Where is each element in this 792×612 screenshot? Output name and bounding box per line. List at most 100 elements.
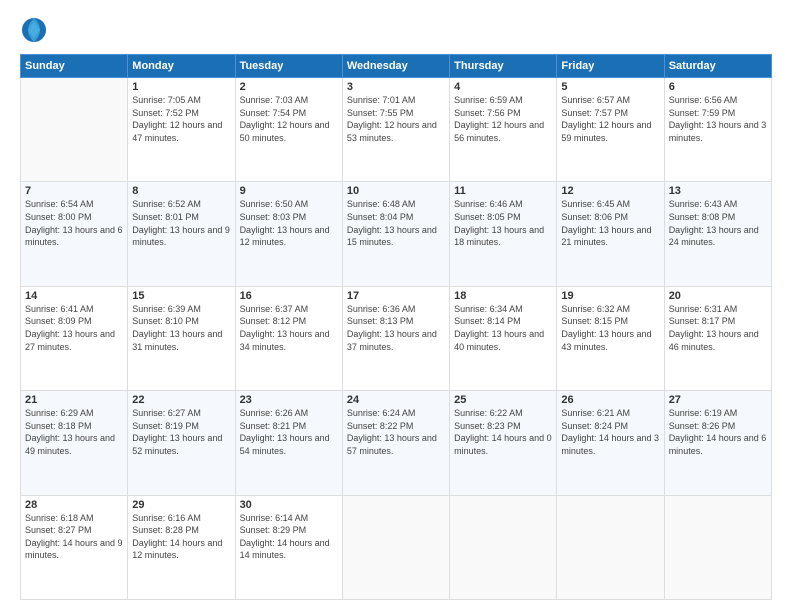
day-number: 28 [25, 499, 123, 511]
calendar-cell: 1Sunrise: 7:05 AMSunset: 7:52 PMDaylight… [128, 78, 235, 182]
calendar-cell [557, 495, 664, 599]
week-row-3: 14Sunrise: 6:41 AMSunset: 8:09 PMDayligh… [21, 286, 772, 390]
weekday-header-wednesday: Wednesday [342, 55, 449, 78]
day-number: 5 [561, 81, 659, 93]
day-number: 13 [669, 185, 767, 197]
calendar-cell: 13Sunrise: 6:43 AMSunset: 8:08 PMDayligh… [664, 182, 771, 286]
day-number: 22 [132, 394, 230, 406]
day-info: Sunrise: 6:36 AMSunset: 8:13 PMDaylight:… [347, 303, 445, 353]
day-info: Sunrise: 6:45 AMSunset: 8:06 PMDaylight:… [561, 198, 659, 248]
calendar-cell: 29Sunrise: 6:16 AMSunset: 8:28 PMDayligh… [128, 495, 235, 599]
calendar-cell: 16Sunrise: 6:37 AMSunset: 8:12 PMDayligh… [235, 286, 342, 390]
day-info: Sunrise: 6:52 AMSunset: 8:01 PMDaylight:… [132, 198, 230, 248]
calendar-cell: 14Sunrise: 6:41 AMSunset: 8:09 PMDayligh… [21, 286, 128, 390]
day-number: 4 [454, 81, 552, 93]
calendar-cell [342, 495, 449, 599]
logo-icon [20, 16, 48, 44]
week-row-2: 7Sunrise: 6:54 AMSunset: 8:00 PMDaylight… [21, 182, 772, 286]
day-info: Sunrise: 7:01 AMSunset: 7:55 PMDaylight:… [347, 94, 445, 144]
day-info: Sunrise: 6:31 AMSunset: 8:17 PMDaylight:… [669, 303, 767, 353]
calendar-cell: 25Sunrise: 6:22 AMSunset: 8:23 PMDayligh… [450, 391, 557, 495]
day-info: Sunrise: 6:29 AMSunset: 8:18 PMDaylight:… [25, 407, 123, 457]
day-info: Sunrise: 6:43 AMSunset: 8:08 PMDaylight:… [669, 198, 767, 248]
day-info: Sunrise: 6:16 AMSunset: 8:28 PMDaylight:… [132, 512, 230, 562]
weekday-header-monday: Monday [128, 55, 235, 78]
calendar-cell: 26Sunrise: 6:21 AMSunset: 8:24 PMDayligh… [557, 391, 664, 495]
day-info: Sunrise: 6:46 AMSunset: 8:05 PMDaylight:… [454, 198, 552, 248]
day-info: Sunrise: 6:24 AMSunset: 8:22 PMDaylight:… [347, 407, 445, 457]
calendar-cell: 21Sunrise: 6:29 AMSunset: 8:18 PMDayligh… [21, 391, 128, 495]
calendar-cell: 2Sunrise: 7:03 AMSunset: 7:54 PMDaylight… [235, 78, 342, 182]
calendar-cell: 17Sunrise: 6:36 AMSunset: 8:13 PMDayligh… [342, 286, 449, 390]
day-number: 21 [25, 394, 123, 406]
calendar-cell: 22Sunrise: 6:27 AMSunset: 8:19 PMDayligh… [128, 391, 235, 495]
weekday-header-row: SundayMondayTuesdayWednesdayThursdayFrid… [21, 55, 772, 78]
calendar-cell: 24Sunrise: 6:24 AMSunset: 8:22 PMDayligh… [342, 391, 449, 495]
calendar-cell: 6Sunrise: 6:56 AMSunset: 7:59 PMDaylight… [664, 78, 771, 182]
day-number: 2 [240, 81, 338, 93]
calendar-cell: 15Sunrise: 6:39 AMSunset: 8:10 PMDayligh… [128, 286, 235, 390]
day-number: 9 [240, 185, 338, 197]
week-row-4: 21Sunrise: 6:29 AMSunset: 8:18 PMDayligh… [21, 391, 772, 495]
day-info: Sunrise: 7:05 AMSunset: 7:52 PMDaylight:… [132, 94, 230, 144]
day-number: 27 [669, 394, 767, 406]
calendar-cell: 30Sunrise: 6:14 AMSunset: 8:29 PMDayligh… [235, 495, 342, 599]
calendar-cell: 23Sunrise: 6:26 AMSunset: 8:21 PMDayligh… [235, 391, 342, 495]
calendar-cell: 4Sunrise: 6:59 AMSunset: 7:56 PMDaylight… [450, 78, 557, 182]
logo [20, 16, 52, 44]
day-info: Sunrise: 6:41 AMSunset: 8:09 PMDaylight:… [25, 303, 123, 353]
calendar-cell: 9Sunrise: 6:50 AMSunset: 8:03 PMDaylight… [235, 182, 342, 286]
day-number: 10 [347, 185, 445, 197]
day-info: Sunrise: 7:03 AMSunset: 7:54 PMDaylight:… [240, 94, 338, 144]
day-number: 23 [240, 394, 338, 406]
day-number: 26 [561, 394, 659, 406]
day-number: 19 [561, 290, 659, 302]
day-number: 18 [454, 290, 552, 302]
header [20, 16, 772, 44]
day-info: Sunrise: 6:14 AMSunset: 8:29 PMDaylight:… [240, 512, 338, 562]
day-info: Sunrise: 6:37 AMSunset: 8:12 PMDaylight:… [240, 303, 338, 353]
day-info: Sunrise: 6:56 AMSunset: 7:59 PMDaylight:… [669, 94, 767, 144]
calendar-table: SundayMondayTuesdayWednesdayThursdayFrid… [20, 54, 772, 600]
day-number: 7 [25, 185, 123, 197]
weekday-header-saturday: Saturday [664, 55, 771, 78]
day-info: Sunrise: 6:19 AMSunset: 8:26 PMDaylight:… [669, 407, 767, 457]
day-info: Sunrise: 6:18 AMSunset: 8:27 PMDaylight:… [25, 512, 123, 562]
calendar-cell: 7Sunrise: 6:54 AMSunset: 8:00 PMDaylight… [21, 182, 128, 286]
calendar-cell: 10Sunrise: 6:48 AMSunset: 8:04 PMDayligh… [342, 182, 449, 286]
day-number: 3 [347, 81, 445, 93]
calendar-cell: 5Sunrise: 6:57 AMSunset: 7:57 PMDaylight… [557, 78, 664, 182]
day-number: 12 [561, 185, 659, 197]
day-number: 1 [132, 81, 230, 93]
calendar-cell: 11Sunrise: 6:46 AMSunset: 8:05 PMDayligh… [450, 182, 557, 286]
day-number: 14 [25, 290, 123, 302]
weekday-header-tuesday: Tuesday [235, 55, 342, 78]
weekday-header-sunday: Sunday [21, 55, 128, 78]
calendar-cell: 20Sunrise: 6:31 AMSunset: 8:17 PMDayligh… [664, 286, 771, 390]
day-info: Sunrise: 6:26 AMSunset: 8:21 PMDaylight:… [240, 407, 338, 457]
calendar-cell [21, 78, 128, 182]
calendar-cell: 8Sunrise: 6:52 AMSunset: 8:01 PMDaylight… [128, 182, 235, 286]
day-number: 8 [132, 185, 230, 197]
day-info: Sunrise: 6:50 AMSunset: 8:03 PMDaylight:… [240, 198, 338, 248]
day-info: Sunrise: 6:34 AMSunset: 8:14 PMDaylight:… [454, 303, 552, 353]
calendar-cell [450, 495, 557, 599]
weekday-header-thursday: Thursday [450, 55, 557, 78]
day-info: Sunrise: 6:27 AMSunset: 8:19 PMDaylight:… [132, 407, 230, 457]
day-info: Sunrise: 6:48 AMSunset: 8:04 PMDaylight:… [347, 198, 445, 248]
day-number: 6 [669, 81, 767, 93]
calendar-cell: 28Sunrise: 6:18 AMSunset: 8:27 PMDayligh… [21, 495, 128, 599]
day-info: Sunrise: 6:21 AMSunset: 8:24 PMDaylight:… [561, 407, 659, 457]
day-number: 24 [347, 394, 445, 406]
week-row-1: 1Sunrise: 7:05 AMSunset: 7:52 PMDaylight… [21, 78, 772, 182]
calendar-cell: 19Sunrise: 6:32 AMSunset: 8:15 PMDayligh… [557, 286, 664, 390]
day-info: Sunrise: 6:54 AMSunset: 8:00 PMDaylight:… [25, 198, 123, 248]
page: SundayMondayTuesdayWednesdayThursdayFrid… [0, 0, 792, 612]
week-row-5: 28Sunrise: 6:18 AMSunset: 8:27 PMDayligh… [21, 495, 772, 599]
day-number: 16 [240, 290, 338, 302]
day-number: 29 [132, 499, 230, 511]
calendar-cell [664, 495, 771, 599]
day-info: Sunrise: 6:22 AMSunset: 8:23 PMDaylight:… [454, 407, 552, 457]
calendar-cell: 12Sunrise: 6:45 AMSunset: 8:06 PMDayligh… [557, 182, 664, 286]
day-number: 20 [669, 290, 767, 302]
